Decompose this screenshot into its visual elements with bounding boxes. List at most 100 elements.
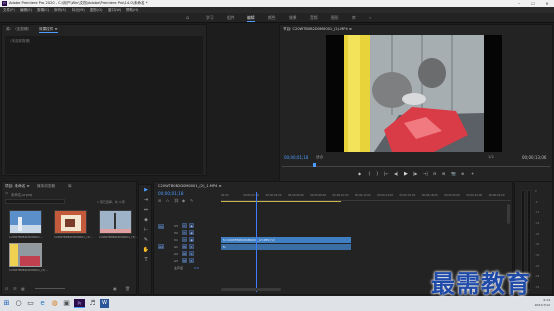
- system-clock[interactable]: 9:14 2021/7/12: [535, 298, 550, 308]
- nest-icon[interactable]: ⊞: [158, 198, 161, 203]
- mute-track-a1[interactable]: M: [182, 244, 187, 249]
- project-item[interactable]: [9, 210, 42, 234]
- master-volume-value[interactable]: 0.0: [194, 266, 199, 270]
- close-button[interactable]: ✕: [540, 0, 554, 7]
- search-icon[interactable]: ○: [14, 299, 23, 308]
- workspace-more-icon[interactable]: »: [369, 15, 371, 20]
- workspace-graphics[interactable]: 图形: [331, 15, 339, 21]
- mute-track-a2[interactable]: M: [182, 251, 187, 256]
- workspace-editing[interactable]: 编辑: [247, 15, 255, 22]
- program-playhead[interactable]: [313, 163, 317, 167]
- new-item-icon[interactable]: ▣: [113, 286, 117, 291]
- source-patch-v1[interactable]: V1: [158, 224, 164, 229]
- video-frame: [344, 35, 484, 152]
- tab-project[interactable]: 项目: 未命名 ≡: [5, 184, 29, 189]
- solo-track-a2[interactable]: S: [189, 251, 194, 256]
- video-clip-v1[interactable]: fx C20WTB0B2D0M0001_(2).MP4 [V]: [221, 237, 351, 243]
- minimize-button[interactable]: –: [512, 0, 526, 7]
- track-label-v1: V1: [174, 238, 178, 242]
- workspace-audio[interactable]: 音频: [310, 15, 318, 21]
- home-icon[interactable]: ⌂: [186, 15, 192, 21]
- tab-sequence[interactable]: C20WTB0B2D0M0001_(2)_1.MP4 ≡: [158, 184, 221, 188]
- horizontal-scrollbar[interactable]: [221, 288, 281, 291]
- button-editor-icon[interactable]: +: [471, 171, 474, 176]
- project-item[interactable]: [99, 210, 132, 234]
- zoom-fit-select[interactable]: 适合: [316, 155, 323, 160]
- selection-count: 1 项已选择，共 4 项: [97, 200, 125, 204]
- program-timecode[interactable]: 00;00;01;18: [284, 155, 308, 160]
- toggle-track-lock-v2[interactable]: ▭: [182, 230, 187, 235]
- toggle-track-lock-v3[interactable]: ▭: [182, 223, 187, 228]
- program-monitor-title[interactable]: 节目: C20WTB0B2D0M0001_(2).MP4 ≡: [283, 27, 352, 32]
- ripple-edit-tool-icon[interactable]: ⇔: [142, 207, 150, 214]
- selection-tool-icon[interactable]: ▶: [142, 187, 150, 194]
- pen-tool-icon[interactable]: ✎: [142, 237, 150, 244]
- settings-wrench-icon[interactable]: ✎: [190, 198, 193, 203]
- workspace-color[interactable]: 颜色: [268, 15, 276, 21]
- mark-out-icon[interactable]: }: [376, 171, 379, 176]
- audio-clip-a1[interactable]: fx: [221, 244, 351, 250]
- go-to-out-icon[interactable]: →|: [423, 171, 428, 176]
- add-marker-icon[interactable]: ◆: [182, 198, 185, 203]
- workspace-effects[interactable]: 效果: [289, 15, 297, 21]
- trash-icon[interactable]: 🗑: [125, 286, 130, 291]
- ruler-tick-label: 00;00: [221, 194, 229, 197]
- playback-resolution-select[interactable]: 1/2: [488, 155, 494, 159]
- comparison-view-icon[interactable]: ⊕: [461, 171, 464, 176]
- workspace-learn[interactable]: 学习: [206, 15, 214, 21]
- media-player-icon[interactable]: ♬: [88, 299, 97, 308]
- lock-icon[interactable]: ⊡: [5, 286, 8, 291]
- task-view-icon[interactable]: ▭: [26, 299, 35, 308]
- premiere-pro-taskbar-icon[interactable]: Pr: [74, 299, 85, 308]
- lift-icon[interactable]: ⊟: [433, 171, 436, 176]
- play-button[interactable]: ▶: [404, 171, 408, 177]
- toggle-track-lock-v1[interactable]: ▭: [182, 237, 187, 242]
- project-search-input[interactable]: [5, 199, 65, 204]
- export-frame-icon[interactable]: 📷: [451, 171, 456, 176]
- go-to-in-icon[interactable]: |←: [384, 171, 389, 176]
- solo-track-a1[interactable]: S: [189, 244, 194, 249]
- workspace-libraries[interactable]: 库: [352, 15, 356, 21]
- source-patch-a1[interactable]: A1: [158, 244, 164, 249]
- step-back-icon[interactable]: ◀|: [394, 171, 398, 176]
- type-tool-icon[interactable]: T: [142, 257, 150, 264]
- icon-view-icon[interactable]: ▦: [21, 286, 25, 291]
- timeline-timecode[interactable]: 00;00;01;18: [158, 191, 184, 196]
- track-select-tool-icon[interactable]: ⇥: [142, 197, 150, 204]
- maximize-button[interactable]: ☐: [526, 0, 540, 7]
- razor-tool-icon[interactable]: ◈: [142, 217, 150, 224]
- tools-panel: ▶ ⇥ ⇔ ◈ ⊢ ✎ ✋ T: [138, 184, 152, 295]
- toggle-track-output-v2[interactable]: ◉: [189, 230, 194, 235]
- workspace-assembly[interactable]: 组件: [227, 15, 235, 21]
- program-scrub-bar[interactable]: [282, 163, 550, 167]
- tab-media-browser[interactable]: 媒体浏览器: [37, 184, 55, 189]
- start-button[interactable]: ⊞: [2, 299, 11, 308]
- add-marker-icon[interactable]: ◆: [358, 171, 361, 176]
- edge-browser-icon[interactable]: e: [38, 299, 47, 308]
- toggle-track-output-v3[interactable]: ◉: [189, 223, 194, 228]
- file-explorer-icon[interactable]: ▣: [62, 299, 71, 308]
- tab-effect-controls[interactable]: 效果控件 ≡: [39, 27, 58, 33]
- extract-icon[interactable]: ⊞: [442, 171, 445, 176]
- toggle-track-output-v1[interactable]: ◉: [189, 237, 194, 242]
- zoom-slider[interactable]: [35, 288, 65, 289]
- slip-tool-icon[interactable]: ⊢: [142, 227, 150, 234]
- mark-in-icon[interactable]: {: [368, 171, 371, 176]
- time-ruler[interactable]: 00;00 00;00;02;00 00;00;04;00 00;00;06;00 00…: [221, 193, 511, 201]
- hand-tool-icon[interactable]: ✋: [142, 247, 150, 254]
- tab-source[interactable]: 源：（无剪辑）: [6, 27, 31, 32]
- timeline-playhead[interactable]: [255, 192, 257, 292]
- list-view-icon[interactable]: ☰: [13, 286, 17, 291]
- project-item[interactable]: [54, 210, 87, 234]
- browser-icon[interactable]: ◍: [50, 299, 59, 308]
- work-area-bar[interactable]: [221, 201, 341, 202]
- step-forward-icon[interactable]: |▶: [413, 171, 417, 176]
- word-icon[interactable]: W: [100, 299, 109, 308]
- vertical-scrollbar[interactable]: [507, 204, 510, 224]
- tab-libraries[interactable]: 库: [68, 184, 72, 189]
- solo-track-a3[interactable]: S: [189, 258, 194, 263]
- project-item-selected[interactable]: [9, 243, 42, 267]
- snap-icon[interactable]: ∩: [166, 198, 169, 203]
- mute-track-a3[interactable]: M: [182, 258, 187, 263]
- linked-selection-icon[interactable]: ⛓: [174, 198, 179, 203]
